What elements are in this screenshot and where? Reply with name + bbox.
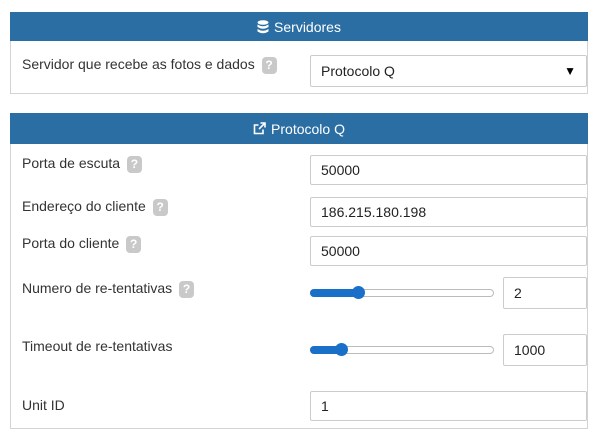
porta-escuta-row: Porta de escuta ? xyxy=(22,155,142,173)
slider-fill xyxy=(310,289,358,297)
help-icon[interactable]: ? xyxy=(126,155,142,173)
porta-cliente-row: Porta do cliente ? xyxy=(22,235,142,253)
slider-thumb[interactable] xyxy=(351,286,365,299)
server-label: Servidor que recebe as fotos e dados xyxy=(22,56,255,72)
retentativas-row: Numero de re-tentativas ? xyxy=(22,280,195,298)
endereco-input[interactable]: 186.215.180.198 xyxy=(310,197,587,227)
retentativas-input[interactable]: 2 xyxy=(503,277,587,309)
external-link-icon xyxy=(253,122,266,135)
help-icon[interactable]: ? xyxy=(126,235,142,253)
unit-id-input[interactable]: 1 xyxy=(310,391,587,421)
server-select-value: Protocolo Q xyxy=(321,63,395,79)
server-label-row: Servidor que recebe as fotos e dados ? xyxy=(22,56,277,74)
endereco-value: 186.215.180.198 xyxy=(321,204,427,220)
server-select[interactable]: Protocolo Q ▼ xyxy=(310,55,587,87)
endereco-label: Endereço do cliente xyxy=(22,198,146,214)
slider-thumb[interactable] xyxy=(335,343,349,356)
timeout-label: Timeout de re-tentativas xyxy=(22,338,173,354)
servidores-header: Servidores xyxy=(10,12,588,41)
timeout-input[interactable]: 1000 xyxy=(503,334,587,366)
dropdown-arrow-icon: ▼ xyxy=(564,64,576,78)
timeout-row: Timeout de re-tentativas xyxy=(22,338,172,354)
database-icon xyxy=(257,19,269,33)
retentativas-label: Numero de re-tentativas xyxy=(22,280,173,296)
unit-id-label: Unit ID xyxy=(22,397,65,413)
porta-cliente-value: 50000 xyxy=(321,243,360,259)
help-icon[interactable]: ? xyxy=(152,198,168,216)
retentativas-value: 2 xyxy=(514,285,522,301)
endereco-row: Endereço do cliente ? xyxy=(22,198,168,216)
porta-escuta-value: 50000 xyxy=(321,162,360,178)
retentativas-slider[interactable] xyxy=(310,286,494,300)
unit-id-row: Unit ID xyxy=(22,397,65,413)
servidores-title: Servidores xyxy=(274,18,341,35)
timeout-value: 1000 xyxy=(514,342,546,358)
porta-cliente-label: Porta do cliente xyxy=(22,235,120,251)
help-icon[interactable]: ? xyxy=(179,280,195,298)
help-icon[interactable]: ? xyxy=(261,56,277,74)
porta-escuta-label: Porta de escuta xyxy=(22,155,121,171)
protocolo-header: Protocolo Q xyxy=(10,113,588,144)
porta-escuta-input[interactable]: 50000 xyxy=(310,155,587,185)
unit-id-value: 1 xyxy=(321,398,329,414)
protocolo-title: Protocolo Q xyxy=(271,120,345,137)
timeout-slider[interactable] xyxy=(310,343,494,357)
porta-cliente-input[interactable]: 50000 xyxy=(310,236,587,266)
